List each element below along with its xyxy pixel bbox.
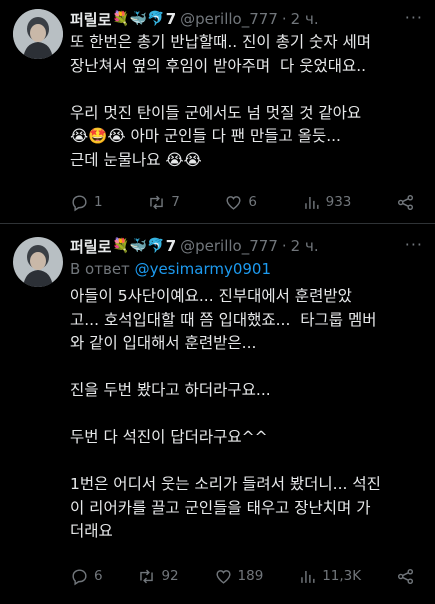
avatar-image <box>13 237 63 287</box>
tweet-text: 또 한번은 총기 반납할때.. 진이 총기 숫자 세며 장난쳐서 옆의 후임이 … <box>70 33 372 169</box>
like-button[interactable]: 189 <box>214 567 264 586</box>
tweet[interactable]: 퍼릴로 💐🐳🐬 7 @perillo_777 · 2 ч. ··· В отве… <box>0 225 435 604</box>
retweet-icon <box>140 569 154 583</box>
separator-dot: · <box>281 237 287 255</box>
author-name[interactable]: 퍼릴로 <box>70 9 111 30</box>
reply-prefix: В ответ <box>70 260 135 278</box>
author-name-suffix[interactable]: 7 <box>166 10 176 28</box>
more-options-icon[interactable]: ··· <box>405 235 423 254</box>
action-bar: 6 92 189 11,3K <box>70 565 415 587</box>
retweet-count: 92 <box>161 568 179 584</box>
retweet-icon <box>150 195 163 209</box>
author-emoji: 💐🐳🐬 <box>112 11 165 27</box>
views-button[interactable]: 933 <box>302 193 352 212</box>
reply-icon <box>72 568 87 585</box>
like-count: 6 <box>248 194 257 210</box>
author-handle[interactable]: @perillo_777 <box>180 10 278 28</box>
more-options-icon[interactable]: ··· <box>405 8 423 27</box>
retweet-button[interactable]: 7 <box>147 193 180 212</box>
tweet-header: 퍼릴로 💐🐳🐬 7 @perillo_777 · 2 ч. ··· <box>70 8 425 30</box>
view-count: 11,3K <box>322 568 362 584</box>
share-icon <box>397 568 414 584</box>
avatar[interactable] <box>13 9 63 59</box>
tweet[interactable]: 퍼릴로 💐🐳🐬 7 @perillo_777 · 2 ч. ··· 또 한번은 … <box>0 0 435 224</box>
like-count: 189 <box>237 568 264 584</box>
timestamp[interactable]: 2 ч. <box>291 237 319 255</box>
avatar[interactable] <box>13 237 63 287</box>
action-bar: 1 7 6 933 <box>70 191 415 213</box>
retweet-count: 7 <box>171 194 180 210</box>
reply-mention-link[interactable]: @yesimarmy0901 <box>135 260 271 278</box>
share-button[interactable] <box>396 193 415 212</box>
author-emoji: 💐🐳🐬 <box>112 238 165 254</box>
views-button[interactable]: 11,3K <box>298 567 361 586</box>
reply-button[interactable]: 1 <box>70 193 103 212</box>
timestamp[interactable]: 2 ч. <box>291 10 319 28</box>
author-name[interactable]: 퍼릴로 <box>70 236 111 257</box>
author-name-suffix[interactable]: 7 <box>166 237 176 255</box>
view-count: 933 <box>325 194 352 210</box>
heart-icon <box>215 569 231 584</box>
avatar-image <box>13 9 63 59</box>
share-button[interactable] <box>396 567 415 586</box>
tweet-text: 아들이 5사단이예요... 진부대에서 훈련받았 고... 호석입대할 때 쯤 … <box>70 287 381 540</box>
separator-dot: · <box>281 10 287 28</box>
retweet-button[interactable]: 92 <box>137 567 179 586</box>
reply-count: 6 <box>94 568 103 584</box>
reply-count: 1 <box>94 194 103 210</box>
heart-icon <box>226 195 241 210</box>
reply-context: В ответ @yesimarmy0901 <box>70 260 425 282</box>
views-chart-icon <box>304 196 319 209</box>
author-handle[interactable]: @perillo_777 <box>180 237 278 255</box>
like-button[interactable]: 6 <box>224 193 257 212</box>
share-icon <box>397 194 414 210</box>
views-chart-icon <box>301 570 315 583</box>
reply-button[interactable]: 6 <box>70 567 103 586</box>
reply-icon <box>72 194 87 211</box>
tweet-header: 퍼릴로 💐🐳🐬 7 @perillo_777 · 2 ч. ··· <box>70 235 425 257</box>
